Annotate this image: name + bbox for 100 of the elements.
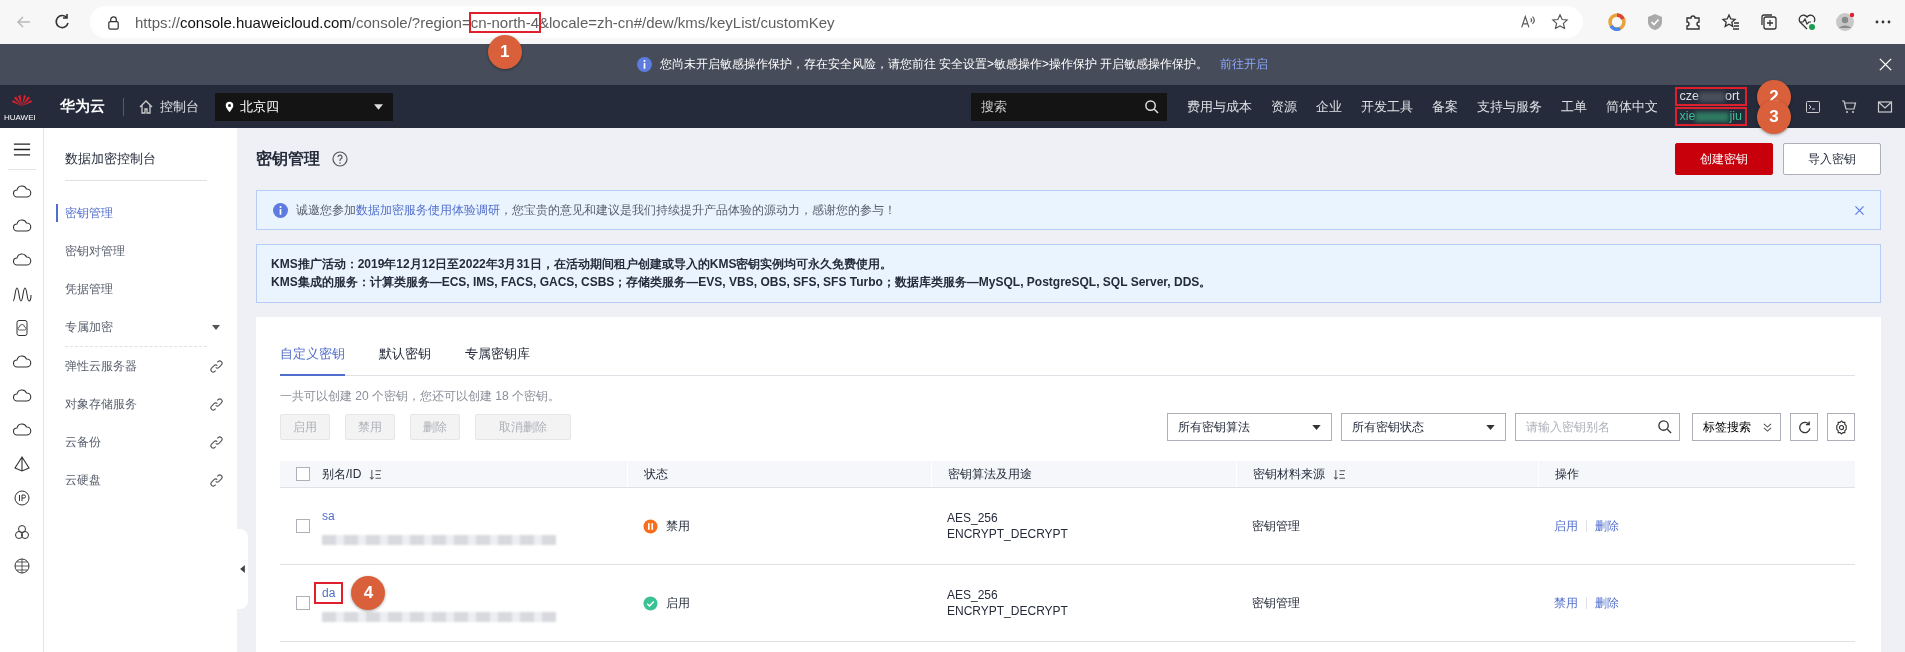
search-icon[interactable] [1143,98,1159,114]
caret-icon [1486,424,1495,430]
sidebar-item[interactable]: 对象存储服务 [44,385,237,423]
refresh-icon [1796,419,1812,435]
status-text: 启用 [666,594,690,612]
create-button[interactable]: 创建密钥 [1675,143,1773,175]
checkbox[interactable] [296,467,310,481]
region-dropdown[interactable]: 北京四 [215,92,393,121]
sidebar-item[interactable]: 云硬盘 [44,461,237,499]
page-title: 密钥管理 [256,148,320,169]
console-link[interactable]: 控制台 [138,97,199,116]
table-cell: ENCRYPT_DECRYPT [947,604,1068,618]
collapse-handle[interactable] [237,529,248,609]
link-icon [210,473,223,487]
avatar-icon[interactable] [1835,12,1855,32]
sort-icon[interactable] [369,468,383,480]
caret-icon [374,103,383,110]
column-header: 状态 [644,465,668,483]
checkbox[interactable] [296,519,310,533]
wave-icon[interactable] [11,286,32,302]
read-aloud-icon[interactable] [1519,13,1537,31]
callout-badge: 1 [487,34,522,69]
checkbox[interactable] [296,596,310,610]
puzzle-icon[interactable] [1683,12,1703,32]
cart-icon[interactable] [1841,98,1857,115]
help-icon[interactable] [332,151,348,167]
menu-icon[interactable] [12,142,31,157]
survey-link[interactable]: 数据加密服务使用体验调研 [356,202,500,217]
nav-link[interactable]: 备案 [1431,97,1458,116]
favorites-icon[interactable] [1721,12,1741,32]
nav-link[interactable]: 工单 [1560,97,1587,116]
nav-link[interactable]: 支持与服务 [1476,97,1542,116]
star-icon[interactable] [1551,13,1569,31]
brand-name: 华为云 [60,97,105,116]
search-field[interactable]: 请输入密钥别名 [1515,413,1680,441]
cloud-icon[interactable] [11,422,32,438]
column-header: 密钥算法及用途 [948,465,1032,483]
mail-icon[interactable] [1877,98,1893,115]
cloud-icon[interactable] [11,354,32,370]
nav-link[interactable]: 资源 [1270,97,1297,116]
sidebar-item[interactable]: 密钥对管理 [44,232,237,270]
tab[interactable]: 默认密钥 [379,335,431,376]
sidebar-item[interactable]: 密钥管理 [44,194,237,232]
row-action-link[interactable]: 删除 [1595,517,1619,535]
status-text: 禁用 [666,517,690,535]
table-cell: ENCRYPT_DECRYPT [947,527,1068,541]
column-header: 密钥材料来源 [1253,465,1325,483]
survey-message: 诚邀您参加数据加密服务使用体验调研，您宝贵的意见和建议是我们持续提升产品体验的源动力，感谢您的参与！ [296,201,896,219]
home-icon [138,98,154,115]
url-text: console.huaweicloud.com [180,13,352,31]
tab[interactable]: 自定义密钥 [280,335,345,376]
nav-link[interactable]: 企业 [1315,97,1342,116]
caret-icon [212,324,220,330]
table-cell: 密钥管理 [1252,594,1300,612]
sidebar-item[interactable]: 凭据管理 [44,270,237,308]
settings-button[interactable] [1827,413,1855,441]
color-ring-icon[interactable] [1607,12,1627,32]
nav-link[interactable]: 开发工具 [1360,97,1413,116]
close-icon[interactable] [1878,57,1893,72]
sort-icon[interactable] [1333,468,1346,480]
algorithm-dropdown[interactable]: 所有密钥算法 [1167,413,1332,441]
logo-text: HUAWEI [4,113,37,122]
row-action-link[interactable]: 禁用 [1554,594,1578,612]
heart-icon[interactable] [1797,12,1817,32]
sidebar-item[interactable]: 专属加密 [44,308,237,346]
search-field[interactable]: 搜索 [970,92,1167,121]
row-action-link[interactable]: 启用 [1554,517,1578,535]
cloud-icon[interactable] [11,388,32,404]
table-cell: 密钥管理 [1252,517,1300,535]
nav-link[interactable]: 费用与成本 [1186,97,1252,116]
globe-icon[interactable] [11,558,32,574]
quota-text: 一共可以创建 20 个密钥，您还可以创建 18 个密钥。 [280,388,562,405]
column-header: 操作 [1555,465,1579,483]
row-action-link[interactable]: 删除 [1595,594,1619,612]
nav-link[interactable]: 简体中文 [1605,97,1658,116]
search-icon[interactable] [1657,419,1672,434]
sidebar-item[interactable]: 云备份 [44,423,237,461]
collections-icon[interactable] [1759,12,1779,32]
table-cell: AES_256 [947,511,998,525]
promo-text: KMS推广活动：2019年12月12日至2022年3月31日，在活动期间租户创建或导入的KMS密钥实例均可永久免费使用。 [271,256,894,273]
key-alias-link[interactable]: sa [316,507,341,525]
link-icon [210,359,223,373]
refresh-button[interactable] [1790,413,1818,441]
caret-icon [1312,424,1321,430]
tab[interactable]: 专属密钥库 [465,335,530,376]
tag-search-button[interactable]: 标签搜索 [1692,413,1781,441]
promo-text: KMS集成的服务：计算类服务—ECS, IMS, FACS, GACS, CSBS；存储类服务—EVS, VBS, OBS, SFS, SFS Turbo；数据库类服务—MySQL, PostgreSQL, SQL Server, DDS。 [271,274,1213,291]
link-icon [210,397,223,411]
terminal-icon[interactable] [1805,98,1821,115]
cloud-icon[interactable] [11,184,32,200]
ip-icon[interactable] [11,490,32,506]
callout-badge: 4 [351,576,386,610]
status-dropdown[interactable]: 所有密钥状态 [1341,413,1506,441]
cloud-icon[interactable] [11,252,32,268]
sidebar-title: 数据加密控制台 [64,150,157,168]
pin-icon [225,100,234,113]
import-button[interactable]: 导入密钥 [1783,143,1881,175]
cloud-icon[interactable] [11,218,32,234]
double-chevron-icon [1763,422,1772,432]
sidebar-item[interactable]: 弹性云服务器 [44,347,237,385]
